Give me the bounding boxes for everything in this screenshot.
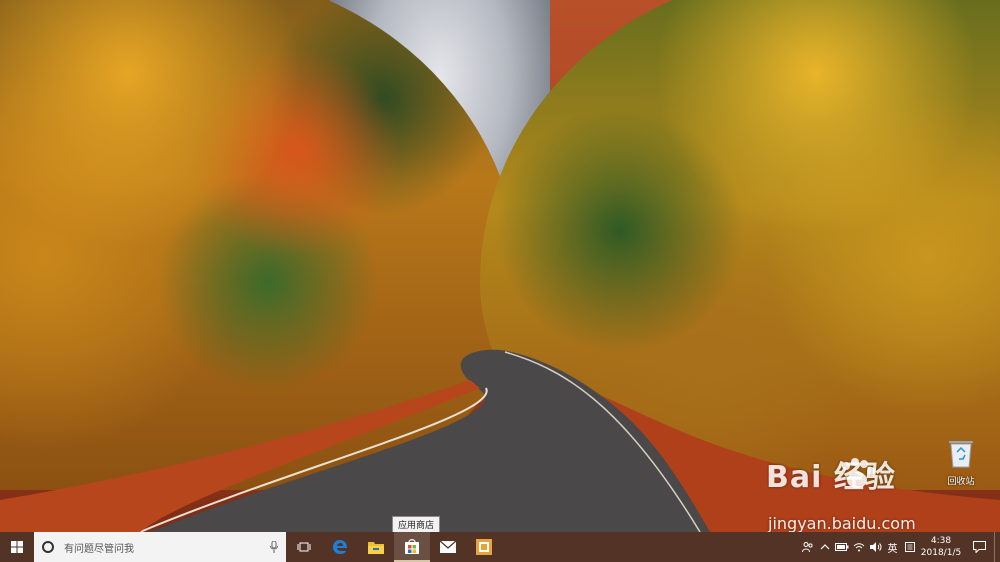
recycle-bin[interactable]: 回收站 [938,438,984,490]
store-icon [405,539,419,554]
recycle-bin-icon [949,441,973,468]
mail-button[interactable] [430,532,466,562]
microphone-icon[interactable] [270,541,278,553]
edge-icon [333,540,347,554]
battery-button[interactable] [833,532,850,562]
taskbar: 有问题尽管问我 英 4:38 2018/1/5 [0,532,1000,562]
people-button[interactable] [799,532,816,562]
clock-time: 4:38 [930,536,952,546]
input-language-button[interactable]: 英 [884,532,901,562]
paw-icon [842,458,875,488]
folder-icon [368,542,384,554]
task-view-button[interactable] [286,532,322,562]
chevron-up-icon [820,544,829,550]
windows-logo-icon [11,541,23,553]
mail-icon [440,541,456,553]
start-button[interactable] [0,532,34,562]
desktop-wallpaper: Bai 经验 jingyan.baidu.com 回收站 应用商店 [0,0,1000,532]
show-desktop-button[interactable] [994,532,1000,562]
watermark-url: jingyan.baidu.com [768,514,916,532]
recycle-bin-label: 回收站 [947,477,975,487]
wifi-icon [853,543,864,552]
cortana-search-box[interactable]: 有问题尽管问我 [34,532,286,562]
people-icon [801,542,813,553]
edge-button[interactable] [322,532,358,562]
keyboard-icon [904,542,915,552]
system-tray: 英 4:38 2018/1/5 [799,532,1000,562]
clock-date: 2018/1/5 [920,548,962,558]
store-button[interactable] [394,532,430,562]
battery-icon [834,543,848,551]
search-placeholder: 有问题尽管问我 [64,543,134,555]
action-center-button[interactable] [964,532,994,562]
clock[interactable]: 4:38 2018/1/5 [918,535,964,559]
task-view-icon [297,542,311,552]
volume-button[interactable] [867,532,884,562]
input-mode-button[interactable] [901,532,918,562]
cortana-icon [42,541,54,553]
speaker-icon [869,542,881,552]
file-explorer-button[interactable] [358,532,394,562]
store-tooltip: 应用商店 [392,516,441,532]
notification-icon [972,541,986,553]
baidu-watermark: Bai 经验 jingyan.baidu.com [766,452,952,532]
network-button[interactable] [850,532,867,562]
office-button[interactable] [466,532,502,562]
office-icon [476,539,492,555]
show-hidden-icons-button[interactable] [816,532,833,562]
